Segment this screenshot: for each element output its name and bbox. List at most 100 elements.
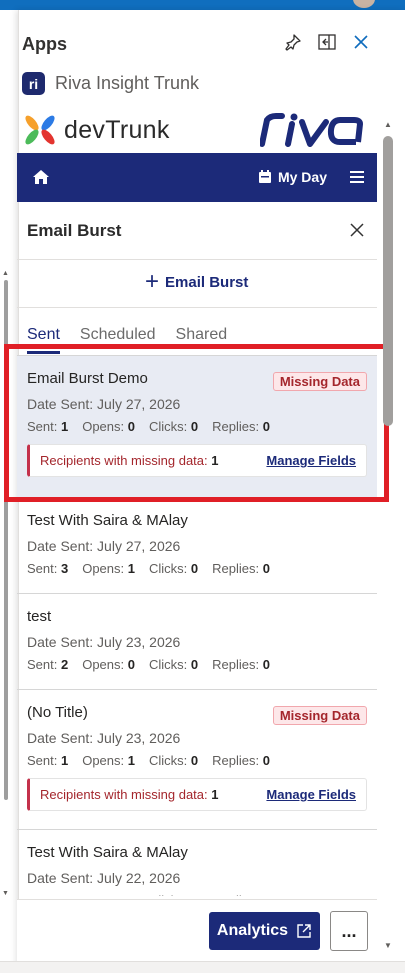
- burst-stats: Sent: 1 Opens: 0 Clicks: 0 Replies: 0: [27, 419, 367, 434]
- opens-count: 0: [127, 419, 135, 434]
- replies-count: 0: [262, 657, 270, 672]
- scroll-down-icon[interactable]: ▼: [384, 941, 392, 950]
- sent-label: Sent:: [27, 561, 58, 576]
- missing-data-alert: Recipients with missing data: 1 Manage F…: [27, 778, 367, 811]
- my-day-label: My Day: [277, 169, 327, 185]
- riva-app-icon: ri: [22, 72, 45, 95]
- avatar[interactable]: [353, 0, 375, 8]
- list-item[interactable]: (No Title) Missing Data Date Sent: July …: [17, 690, 377, 830]
- sent-label: Sent:: [27, 419, 58, 434]
- footer-bar: Analytics ...: [17, 899, 377, 963]
- list-item[interactable]: Test With Saira & MAlay Date Sent: July …: [17, 498, 377, 594]
- replies-label: Replies:: [212, 753, 260, 768]
- external-link-icon: [297, 924, 311, 938]
- missing-label: Recipients with missing data:: [40, 453, 208, 468]
- missing-data-alert: Recipients with missing data: 1 Manage F…: [27, 444, 367, 477]
- brand-header: devTrunk: [22, 112, 368, 150]
- scrollbar-thumb[interactable]: [383, 136, 393, 426]
- burst-stats: Sent: 3 Opens: 1 Clicks: 0 Replies: 0: [27, 893, 367, 896]
- devtrunk-petals-icon: [25, 115, 55, 145]
- clicks-count: 0: [190, 561, 199, 576]
- sent-label: Sent:: [27, 893, 57, 896]
- list-item[interactable]: Test With Saira & MAlay Date Sent: July …: [17, 830, 377, 896]
- close-icon[interactable]: [351, 32, 371, 52]
- divider: [17, 259, 377, 260]
- analytics-button[interactable]: Analytics: [209, 912, 320, 950]
- burst-date: Date Sent: July 22, 2026: [27, 870, 181, 886]
- opens-label: Opens:: [82, 657, 125, 672]
- clicks-count: 0: [191, 893, 198, 896]
- new-email-burst-button[interactable]: + Email Burst: [145, 270, 249, 294]
- pane-scrollbar[interactable]: ▲ ▼: [380, 120, 396, 950]
- opens-count: 1: [128, 893, 135, 896]
- opens-label: Opens:: [82, 893, 124, 896]
- clicks-count: 0: [190, 419, 199, 434]
- opens-label: Opens:: [82, 419, 125, 434]
- scroll-up-icon[interactable]: ▲: [2, 270, 9, 277]
- replies-label: Replies:: [212, 561, 260, 576]
- clicks-label: Clicks:: [149, 419, 188, 434]
- list-item[interactable]: test Date Sent: July 23, 2026 Sent: 2 Op…: [17, 594, 377, 690]
- sent-count: 2: [60, 657, 69, 672]
- sent-count: 1: [60, 753, 69, 768]
- burst-title: test: [27, 608, 52, 625]
- calendar-icon: [258, 170, 271, 183]
- sent-label: Sent:: [27, 657, 58, 672]
- host-scrollbar[interactable]: ▲ ▼: [0, 270, 10, 900]
- riva-navbar: My Day: [17, 153, 377, 202]
- email-burst-list: Email Burst Demo Missing Data Date Sent:…: [17, 356, 377, 896]
- missing-count: 1: [211, 453, 219, 468]
- dock-panel-icon[interactable]: [317, 32, 337, 52]
- more-options-button[interactable]: ...: [330, 911, 368, 951]
- analytics-label: Analytics: [216, 922, 289, 939]
- host-title-bar: [0, 0, 405, 10]
- scroll-up-icon[interactable]: ▲: [384, 120, 392, 129]
- burst-stats: Sent: 2 Opens: 0 Clicks: 0 Replies: 0: [27, 657, 367, 672]
- new-email-burst-label: Email Burst: [165, 273, 249, 291]
- riva-logo: [260, 113, 363, 147]
- replies-count: 0: [263, 893, 270, 896]
- opens-label: Opens:: [82, 753, 125, 768]
- opens-count: 1: [127, 561, 135, 576]
- burst-date: Date Sent: July 27, 2026: [27, 538, 181, 554]
- tab-shared[interactable]: Shared: [176, 326, 228, 350]
- replies-label: Replies:: [212, 419, 260, 434]
- close-section-icon[interactable]: [349, 222, 367, 240]
- clicks-count: 0: [190, 657, 199, 672]
- opens-count: 1: [127, 753, 135, 768]
- missing-count: 1: [211, 787, 219, 802]
- sent-count: 3: [61, 893, 68, 896]
- burst-stats: Sent: 3 Opens: 1 Clicks: 0 Replies: 0: [27, 561, 367, 576]
- pin-icon[interactable]: [283, 32, 303, 52]
- burst-title: Test With Saira & MAlay: [27, 512, 188, 529]
- replies-label: Replies:: [212, 893, 259, 896]
- clicks-label: Clicks:: [149, 753, 188, 768]
- opens-count: 0: [127, 657, 135, 672]
- clicks-count: 0: [190, 753, 199, 768]
- scroll-down-icon[interactable]: ▼: [2, 890, 9, 897]
- addin-row: ri Riva Insight Trunk: [22, 72, 199, 95]
- home-icon[interactable]: [31, 167, 51, 187]
- host-status-strip: [0, 961, 405, 973]
- missing-data-badge: Missing Data: [272, 372, 367, 391]
- opens-label: Opens:: [82, 561, 125, 576]
- section-title: Email Burst: [27, 221, 122, 240]
- tab-scheduled[interactable]: Scheduled: [80, 326, 156, 350]
- burst-tabs: Sent Scheduled Shared: [27, 326, 228, 354]
- manage-fields-link[interactable]: Manage Fields: [266, 787, 356, 802]
- divider: [17, 307, 377, 308]
- tab-sent[interactable]: Sent: [27, 326, 60, 354]
- hamburger-menu-icon[interactable]: [349, 169, 365, 185]
- burst-date: Date Sent: July 23, 2026: [27, 730, 181, 746]
- addin-name: Riva Insight Trunk: [55, 73, 200, 93]
- sent-label: Sent:: [27, 753, 58, 768]
- devtrunk-logo: devTrunk: [22, 112, 170, 148]
- clicks-label: Clicks:: [149, 657, 188, 672]
- replies-count: 0: [262, 561, 270, 576]
- clicks-label: Clicks:: [149, 893, 187, 896]
- manage-fields-link[interactable]: Manage Fields: [266, 453, 356, 468]
- scrollbar-thumb[interactable]: [4, 280, 8, 800]
- my-day-button[interactable]: My Day: [258, 169, 327, 185]
- replies-label: Replies:: [212, 657, 260, 672]
- list-item[interactable]: Email Burst Demo Missing Data Date Sent:…: [17, 356, 377, 498]
